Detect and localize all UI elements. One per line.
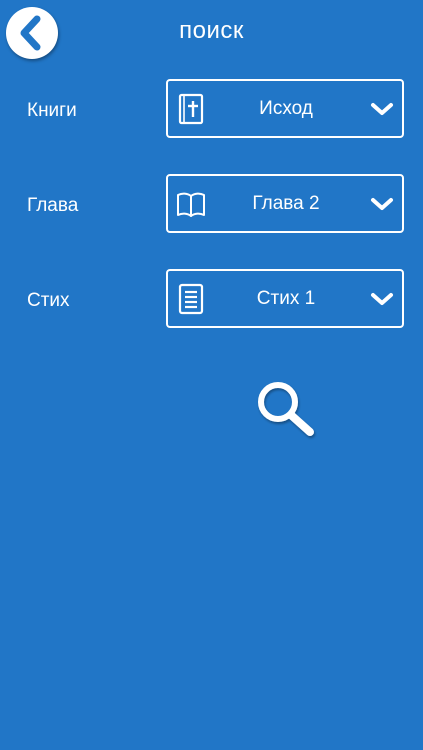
- page-title: поиск: [179, 17, 244, 44]
- books-label: Книги: [27, 100, 77, 121]
- search-button[interactable]: [254, 378, 318, 442]
- chevron-down-icon: [371, 198, 393, 210]
- document-lines-icon: [178, 283, 204, 315]
- chapter-select-value: Глава 2: [252, 193, 320, 214]
- verse-label: Стих: [27, 290, 70, 311]
- verse-select[interactable]: Стих 1: [166, 269, 404, 328]
- open-book-icon: [177, 192, 205, 217]
- book-select[interactable]: Исход: [166, 79, 404, 138]
- bible-icon: [178, 93, 204, 125]
- magnifier-icon: [258, 382, 314, 436]
- chapter-label: Глава: [27, 195, 79, 216]
- verse-select-value: Стих 1: [256, 288, 316, 309]
- chevron-down-icon: [371, 103, 393, 115]
- chevron-down-icon: [371, 293, 393, 305]
- chapter-select[interactable]: Глава 2: [166, 174, 404, 233]
- book-select-value: Исход: [259, 98, 313, 119]
